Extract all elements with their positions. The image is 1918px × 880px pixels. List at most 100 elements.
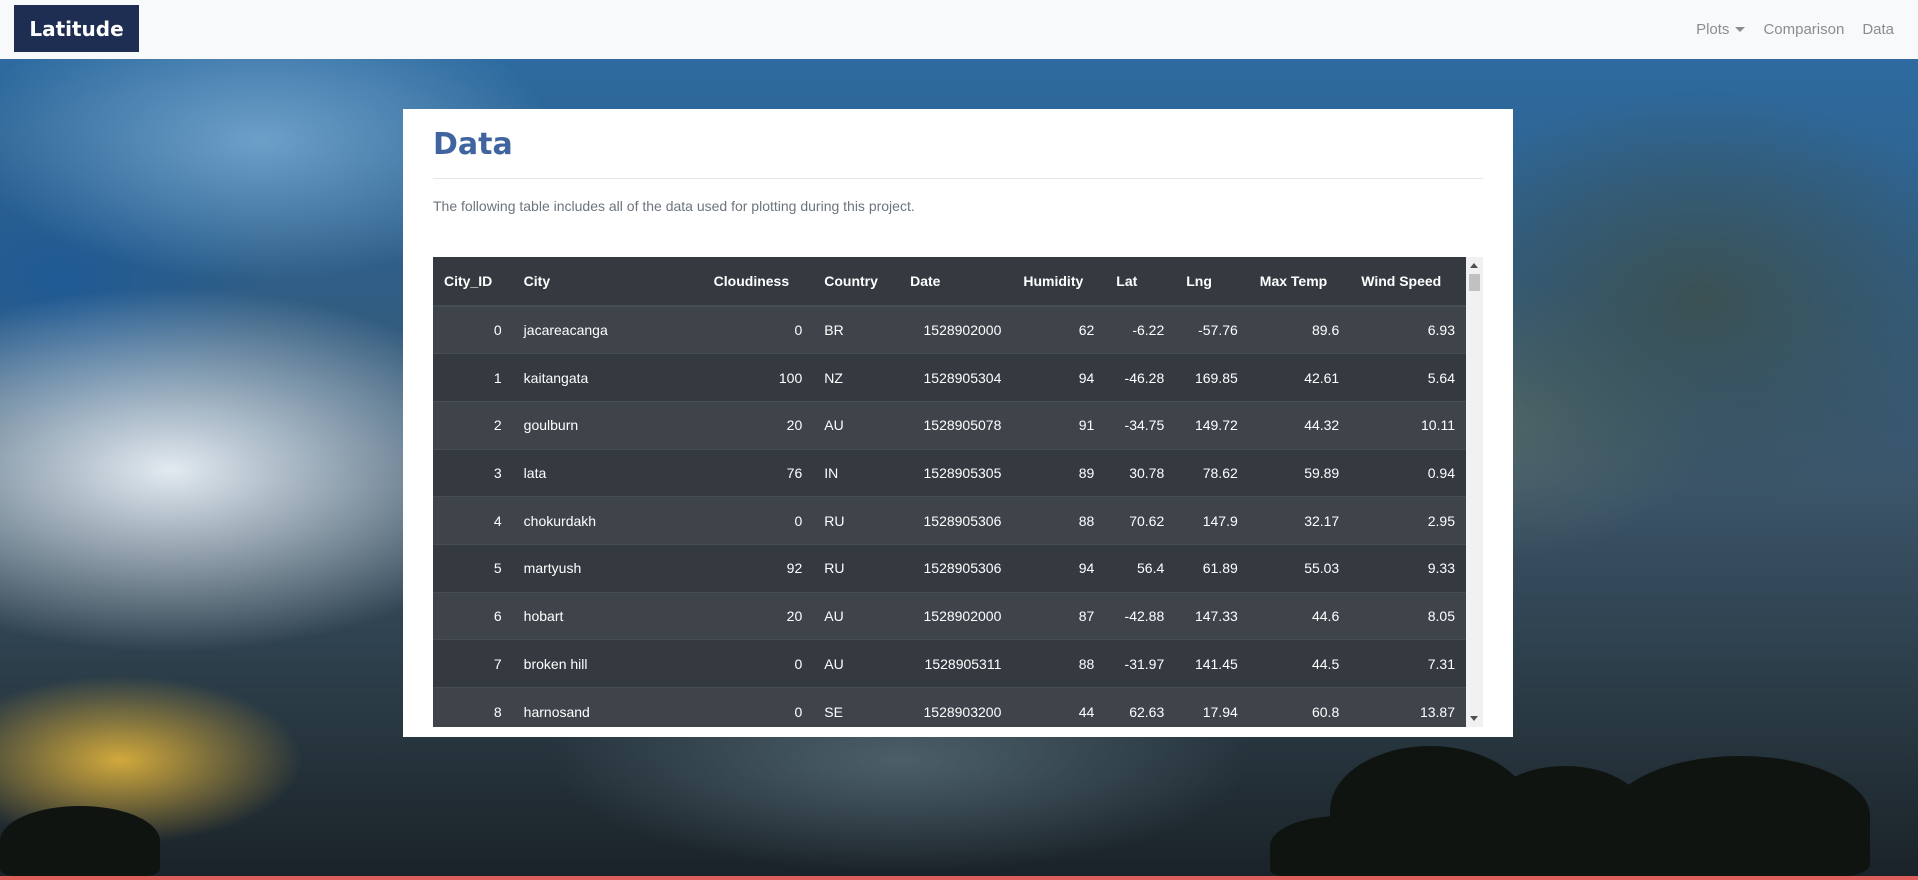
tree-silhouette (0, 806, 160, 876)
cell-city: harnosand (512, 687, 703, 727)
cell-date: 1528902000 (899, 305, 1013, 354)
nav-plots-dropdown[interactable]: Plots (1696, 21, 1746, 38)
cell-wind-speed: 2.95 (1350, 496, 1466, 545)
cell-date: 1528905304 (899, 353, 1013, 402)
cell-cloudiness: 92 (702, 543, 814, 593)
nav-data[interactable]: Data (1862, 21, 1894, 38)
cell-max-temp: 60.8 (1248, 687, 1351, 727)
cell-lat: -6.22 (1105, 305, 1176, 354)
cell-max-temp: 89.6 (1248, 305, 1351, 354)
cell-wind-speed: 8.05 (1350, 591, 1466, 640)
cell-lng: 169.85 (1175, 353, 1249, 402)
cell-city-id: 6 (433, 591, 513, 640)
header-city-id[interactable]: City_ID (433, 257, 513, 307)
cell-wind-speed: 0.94 (1350, 448, 1466, 497)
cell-city-id: 3 (433, 448, 513, 497)
cell-humidity: 44 (1012, 687, 1106, 727)
header-lat[interactable]: Lat (1105, 257, 1176, 307)
cell-lat: -42.88 (1105, 591, 1176, 640)
header-lng[interactable]: Lng (1175, 257, 1249, 307)
cell-lat: 30.78 (1105, 448, 1176, 497)
cell-date: 1528902000 (899, 591, 1013, 640)
scroll-thumb[interactable] (1469, 274, 1480, 291)
cell-lng: 141.45 (1175, 639, 1249, 688)
cell-lng: 147.9 (1175, 496, 1249, 545)
cell-lat: -34.75 (1105, 400, 1176, 450)
cell-cloudiness: 0 (702, 496, 814, 545)
cell-city-id: 7 (433, 639, 513, 688)
cell-lng: 147.33 (1175, 591, 1249, 640)
cell-lng: 61.89 (1175, 543, 1249, 593)
table-row: 6 hobart 20 AU 1528902000 87 -42.88 147.33 44.6 8… (433, 591, 1466, 640)
cell-lat: 62.63 (1105, 687, 1176, 727)
table-body: 0 jacareacanga 0 BR 1528902000 62 -6.22 -57.76 8… (433, 305, 1466, 727)
cell-city-id: 8 (433, 687, 513, 727)
header-max-temp[interactable]: Max Temp (1248, 257, 1351, 307)
table-row: 2 goulburn 20 AU 1528905078 91 -34.75 149.72 44.… (433, 400, 1466, 450)
cell-city-id: 1 (433, 353, 513, 402)
header-country[interactable]: Country (813, 257, 900, 307)
cell-country: BR (813, 305, 900, 354)
cell-country: RU (813, 543, 900, 593)
cell-city: jacareacanga (512, 305, 703, 354)
cell-country: IN (813, 448, 900, 497)
table-row: 7 broken hill 0 AU 1528905311 88 -31.97 141.45 4… (433, 639, 1466, 688)
content-card: Data The following table includes all of… (403, 109, 1513, 737)
scroll-up-arrow-icon[interactable] (1470, 263, 1478, 268)
cell-lat: 56.4 (1105, 543, 1176, 593)
brand-logo[interactable]: Latitude (14, 5, 139, 52)
cell-wind-speed: 9.33 (1350, 543, 1466, 593)
cell-humidity: 88 (1012, 496, 1106, 545)
nav-links: Plots Comparison Data (1696, 0, 1894, 59)
table-row: 5 martyush 92 RU 1528905306 94 56.4 61.89 55.03 9… (433, 543, 1466, 593)
cell-country: RU (813, 496, 900, 545)
divider (433, 178, 1483, 179)
cell-lng: 149.72 (1175, 400, 1249, 450)
navbar: Latitude Plots Comparison Data (0, 0, 1918, 59)
cell-max-temp: 44.5 (1248, 639, 1351, 688)
cell-humidity: 87 (1012, 591, 1106, 640)
cell-max-temp: 59.89 (1248, 448, 1351, 497)
cell-humidity: 89 (1012, 448, 1106, 497)
cell-max-temp: 32.17 (1248, 496, 1351, 545)
cell-date: 1528903200 (899, 687, 1013, 727)
nav-comparison[interactable]: Comparison (1763, 21, 1844, 38)
cell-wind-speed: 13.87 (1350, 687, 1466, 727)
table-row: 0 jacareacanga 0 BR 1528902000 62 -6.22 -57.76 8… (433, 305, 1466, 354)
cell-max-temp: 55.03 (1248, 543, 1351, 593)
cell-humidity: 94 (1012, 543, 1106, 593)
cell-city: lata (512, 448, 703, 497)
cell-country: AU (813, 591, 900, 640)
cell-date: 1528905306 (899, 496, 1013, 545)
cell-wind-speed: 6.93 (1350, 305, 1466, 354)
bottom-accent-strip (0, 876, 1918, 880)
header-date[interactable]: Date (899, 257, 1013, 307)
table-row: 8 harnosand 0 SE 1528903200 44 62.63 17.94 60.8 1… (433, 687, 1466, 727)
cell-country: AU (813, 639, 900, 688)
table-scrollbar[interactable] (1466, 257, 1483, 727)
cell-lng: -57.76 (1175, 305, 1249, 354)
header-wind-speed[interactable]: Wind Speed (1350, 257, 1466, 307)
cell-cloudiness: 76 (702, 448, 814, 497)
cell-wind-speed: 10.11 (1350, 400, 1466, 450)
cell-lat: -31.97 (1105, 639, 1176, 688)
header-cloudiness[interactable]: Cloudiness (702, 257, 814, 307)
nav-plots-label: Plots (1696, 21, 1730, 38)
cell-humidity: 88 (1012, 639, 1106, 688)
cell-country: SE (813, 687, 900, 727)
cell-city: chokurdakh (512, 496, 703, 545)
cell-city: kaitangata (512, 353, 703, 402)
cell-lat: 70.62 (1105, 496, 1176, 545)
header-humidity[interactable]: Humidity (1012, 257, 1106, 307)
cell-city-id: 0 (433, 305, 513, 354)
cell-cloudiness: 0 (702, 305, 814, 354)
header-city[interactable]: City (512, 257, 703, 307)
cell-lat: -46.28 (1105, 353, 1176, 402)
cell-city-id: 2 (433, 400, 513, 450)
cell-max-temp: 42.61 (1248, 353, 1351, 402)
cell-humidity: 62 (1012, 305, 1106, 354)
tree-silhouette (1610, 756, 1870, 876)
scroll-down-arrow-icon[interactable] (1470, 716, 1478, 721)
cell-cloudiness: 20 (702, 400, 814, 450)
table-scroll-container[interactable]: City_ID City Cloudiness Country Date Hum… (433, 257, 1483, 727)
